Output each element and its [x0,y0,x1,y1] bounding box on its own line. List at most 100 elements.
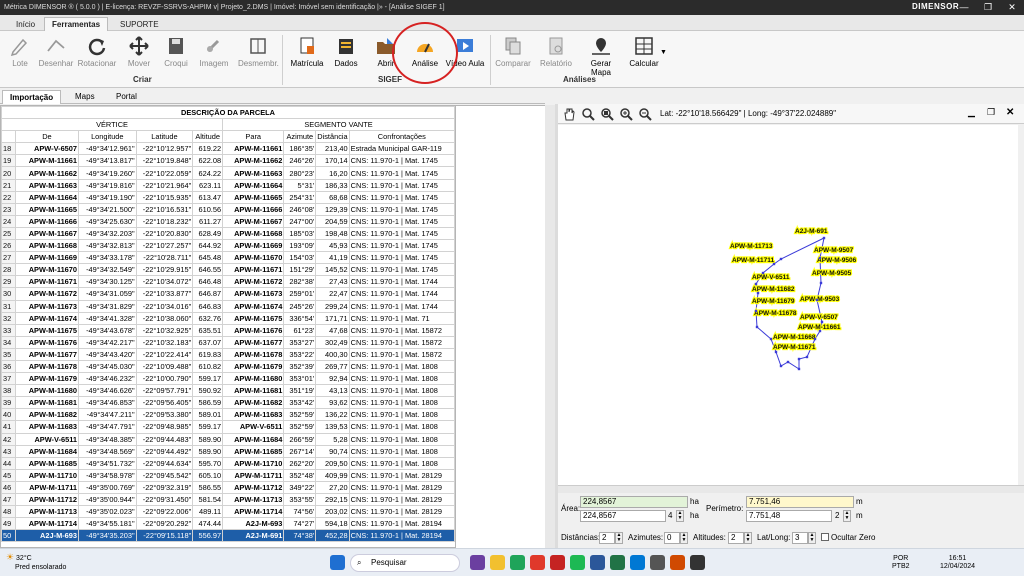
map-vertex-marker[interactable] [815,298,819,302]
panel-close-icon[interactable]: ✕ [1006,107,1014,118]
table-row[interactable]: 26 APW-M-11668 -49°34'32.813" -22°10'27.257… [1,239,455,253]
map-vertex-marker[interactable] [756,291,760,295]
mover-button[interactable]: Mover [119,34,159,74]
weather-widget[interactable]: ☀ 32°C Pred ensolarado [6,553,66,572]
map-vertex-marker[interactable] [786,360,790,364]
altitudes-stepper[interactable]: ▲ ▼ [744,532,752,544]
dados-button[interactable]: Dados [326,34,366,74]
gerar-mapa-button[interactable]: Gerar Mapa [581,34,621,77]
ocultar-zero-checkbox[interactable] [821,533,829,541]
tab-maps[interactable]: Maps [68,90,102,104]
map-vertex-marker[interactable] [769,337,773,341]
taskbar-search[interactable]: ⌕ Pesquisar [350,554,460,572]
table-row[interactable]: 30 APW-M-11672 -49°34'31.059" -22°10'33.877… [1,287,455,301]
table-row[interactable]: 34 APW-M-11676 -49°34'42.217" -22°10'32.183… [1,335,455,349]
map-vertex-marker[interactable] [779,364,783,368]
map-vertex-marker[interactable] [755,325,759,329]
table-row[interactable]: 20 APW-M-11662 -49°34'19.260" -22°10'22.059… [1,166,455,180]
file-explorer-icon[interactable] [490,555,505,570]
table-row[interactable]: 45 APW-M-11710 -49°34'58.978" -22°09'45.542… [1,468,455,482]
maximize-icon[interactable]: ❐ [976,0,1000,15]
table-row[interactable]: 32 APW-M-11674 -49°34'41.328" -22°10'38.060… [1,311,455,325]
map-vertex-marker[interactable] [818,329,822,333]
table-row[interactable]: 47 APW-M-11712 -49°35'00.944" -22°09'31.450… [1,492,455,507]
azimutes-stepper[interactable]: ▲ ▼ [680,532,688,544]
desenhar-button[interactable]: Desenhar [36,34,76,74]
table-scrollbar[interactable] [545,105,555,560]
table-row[interactable]: 18 APW-V-6507 -49°34'12.961" -22°10'12.957"… [1,142,455,156]
table-row[interactable]: 28 APW-M-11670 -49°34'32.549" -22°10'29.915… [1,263,455,277]
table-row[interactable]: 42 APW-V-6511 -49°34'48.385" -22°09'44.483"… [1,432,455,446]
map-vertex-marker[interactable] [822,236,826,240]
map-vertex-marker[interactable] [797,357,801,361]
imagem-button[interactable]: Imagem [194,34,234,74]
column-header[interactable]: Longitude [78,130,137,144]
app-icon-2[interactable] [650,555,665,570]
distancias-input[interactable]: 2 [599,532,615,544]
map-vertex-marker[interactable] [797,367,801,371]
table-row[interactable]: 38 APW-M-11680 -49°34'46.626" -22°09'57.791… [1,384,455,398]
map-vertex-marker[interactable] [772,262,776,266]
table-row[interactable]: 21 APW-M-11663 -49°34'19.816" -22°10'21.964… [1,178,455,192]
latlong-stepper[interactable]: ▲ ▼ [808,532,816,544]
tab-suporte[interactable]: SUPORTE [112,17,167,31]
table-row[interactable]: 24 APW-M-11666 -49°34'25.630" -22°10'18.232… [1,214,455,228]
table-row[interactable]: 43 APW-M-11684 -49°34'48.569" -22°09'44.492… [1,444,455,458]
table-row[interactable]: 44 APW-M-11685 -49°34'51.732" -22°09'44.634… [1,456,455,470]
table-row[interactable]: 37 APW-M-11679 -49°34'46.232" -22°10'00.790… [1,372,455,386]
tab-importacao[interactable]: Importação [2,90,62,104]
chevron-down-icon[interactable]: ▼ [660,49,667,56]
table-row[interactable]: 25 APW-M-11667 -49°34'32.203" -22°10'20.830… [1,226,455,241]
altitudes-input[interactable]: 2 [728,532,744,544]
zoom-fit-icon[interactable] [581,107,595,121]
outlook-icon[interactable] [630,555,645,570]
table-row[interactable]: 49 APW-M-11714 -49°34'55.181" -22°09'20.292… [1,517,455,531]
table-row[interactable]: 36 APW-M-11678 -49°34'45.030" -22°10'09.488… [1,359,455,374]
table-row[interactable]: 27 APW-M-11669 -49°34'33.178" -22°10'28.711… [1,251,455,265]
area-value-2[interactable]: 224,8567 [580,510,666,522]
distancias-stepper[interactable]: ▲ ▼ [615,532,623,544]
excel-icon[interactable] [610,555,625,570]
zoom-window-icon[interactable] [600,107,614,121]
relatorio-button[interactable]: Relatório [536,34,576,74]
table-row[interactable]: 41 APW-M-11683 -49°34'47.791" -22°09'48.985… [1,420,455,434]
table-row[interactable]: 31 APW-M-11673 -49°34'31.829" -22°10'34.016… [1,299,455,313]
hand-pan-icon[interactable] [562,107,576,121]
table-row[interactable]: 23 APW-M-11665 -49°34'21.500" -22°10'16.531… [1,202,455,216]
column-header[interactable]: Azimute [283,130,317,144]
desmembr-button[interactable]: Desmembr. [238,34,279,74]
table-row[interactable]: 33 APW-M-11675 -49°34'43.678" -22°10'32.925… [1,323,455,337]
map-vertex-marker[interactable] [754,282,758,286]
croqui-button[interactable]: Croqui [156,34,196,74]
dimensor-taskbar-icon[interactable] [690,555,705,570]
clock[interactable]: 16:51 12/04/2024 [940,555,975,571]
map-vertex-marker[interactable] [774,350,778,354]
rotacionar-button[interactable]: Rotacionar [77,34,117,74]
word-icon[interactable] [590,555,605,570]
tab-portal[interactable]: Portal [109,90,144,104]
area-decimals-stepper[interactable]: ▲ ▼ [676,510,684,522]
map-vertex-marker[interactable] [819,281,823,285]
map-vertex-marker[interactable] [818,256,822,260]
map-vertex-marker[interactable] [813,337,817,341]
table-row[interactable]: 29 APW-M-11671 -49°34'30.125" -22°10'34.072… [1,275,455,289]
minimize-icon[interactable]: — [952,0,976,15]
close-icon[interactable]: ✕ [1000,0,1024,15]
column-header[interactable]: Distância [315,130,350,144]
perimeter-value-2[interactable]: 7.751,48 [746,510,832,522]
table-row[interactable]: 46 APW-M-11711 -49°35'00.769" -22°09'32.319… [1,480,455,495]
calcular-button[interactable]: Calcular [624,34,664,74]
table-row[interactable]: 19 APW-M-11661 -49°34'13.817" -22°10'19.848… [1,154,455,168]
zoom-in-icon[interactable] [619,107,633,121]
column-header[interactable]: Latitude [135,130,194,144]
table-row[interactable]: 40 APW-M-11682 -49°34'47.211" -22°09'53.380… [1,408,455,422]
map-vertex-marker[interactable] [761,271,765,275]
map-vertex-marker[interactable] [779,257,783,261]
table-row[interactable]: 39 APW-M-11681 -49°34'46.853" -22°09'56.405… [1,396,455,410]
column-header[interactable]: Confrontações [348,130,455,144]
app-icon-1[interactable] [550,555,565,570]
keyboard-language[interactable]: POR PTB2 [892,555,910,571]
table-row[interactable]: 22 APW-M-11664 -49°34'19.190" -22°10'15.935… [1,190,455,204]
table-row[interactable]: 50 A2J-M-693 -49°34'35.203" -22°09'15.118" 5… [1,529,455,543]
azimutes-input[interactable]: 0 [664,532,680,544]
